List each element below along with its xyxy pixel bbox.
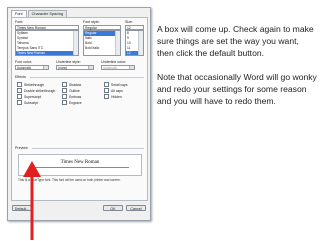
subscript-checkbox[interactable]: Subscript [17, 100, 38, 105]
outline-checkbox[interactable]: Outline [62, 88, 80, 93]
size-list-scrollbar[interactable] [138, 31, 143, 55]
underline-style-value: (none) [58, 66, 68, 70]
style-list-scrollbar[interactable] [115, 31, 120, 55]
shadow-checkbox[interactable]: Shadow [62, 82, 81, 87]
font-color-dropdown[interactable]: Automatic [15, 65, 49, 70]
checkbox-box[interactable] [17, 88, 22, 93]
checkbox-box[interactable] [104, 88, 109, 93]
instruction-paragraph-2: Note that occasionally Word will go wonk… [157, 72, 317, 106]
checkbox-box[interactable] [62, 88, 67, 93]
underline-color-value: Automatic [103, 66, 118, 70]
size-list[interactable]: 8 9 10 11 12 [125, 30, 144, 56]
arrow-head [23, 161, 41, 177]
font-style-label: Font style: [83, 20, 100, 24]
checkbox-box[interactable] [104, 82, 109, 87]
chevron-down-icon[interactable] [88, 66, 93, 69]
font-list[interactable]: Sylfaen Symbol Tahoma Tempus Sans ITC Ti… [15, 30, 79, 56]
chevron-down-icon[interactable] [43, 66, 48, 69]
underline-color-label: Underline color: [101, 60, 127, 64]
checkbox-box[interactable] [62, 100, 67, 105]
effects-label: Effects [15, 75, 26, 79]
all-caps-checkbox[interactable]: All caps [104, 88, 123, 93]
underline-style-dropdown[interactable]: (none) [56, 65, 94, 70]
underline-color-dropdown[interactable]: Automatic [101, 65, 135, 70]
cancel-button[interactable]: Cancel [126, 205, 146, 211]
underline-style-label: Underline style: [56, 60, 81, 64]
list-item-selected[interactable]: Times New Roman [16, 51, 78, 55]
font-label: Font: [15, 20, 24, 24]
preview-divider [32, 148, 144, 149]
instruction-text: A box will come up. Check again to make … [157, 23, 317, 119]
font-style-list[interactable]: Regular Italic Bold Bold Italic [83, 30, 121, 56]
size-label: Size: [125, 20, 133, 24]
font-color-label: Font color: [15, 60, 32, 64]
tab-character-spacing[interactable]: Character Spacing [27, 10, 68, 17]
emboss-checkbox[interactable]: Emboss [62, 94, 81, 99]
chevron-down-icon[interactable] [129, 66, 134, 69]
preview-baseline [31, 167, 129, 168]
checkbox-box[interactable] [62, 82, 67, 87]
dialog-tabs: Font Character Spacing [11, 10, 68, 18]
engrave-checkbox[interactable]: Engrave [62, 100, 82, 105]
strikethrough-checkbox[interactable]: Strikethrough [17, 82, 44, 87]
preview-label: Preview [15, 146, 28, 150]
checkbox-box[interactable] [62, 94, 67, 99]
effects-divider [30, 77, 144, 78]
double-strikethrough-checkbox[interactable]: Double strikethrough [17, 88, 55, 93]
checkbox-box[interactable] [17, 94, 22, 99]
checkbox-box[interactable] [17, 82, 22, 87]
ok-button[interactable]: OK [103, 205, 123, 211]
checkbox-box[interactable] [17, 100, 22, 105]
font-color-value: Automatic [17, 66, 32, 70]
checkbox-box[interactable] [104, 94, 109, 99]
small-caps-checkbox[interactable]: Small caps [104, 82, 128, 87]
red-arrow-icon [23, 161, 41, 240]
instruction-paragraph-1: A box will come up. Check again to make … [157, 24, 314, 58]
superscript-checkbox[interactable]: Superscript [17, 94, 41, 99]
hidden-checkbox[interactable]: Hidden [104, 94, 122, 99]
font-list-scrollbar[interactable] [73, 31, 78, 55]
